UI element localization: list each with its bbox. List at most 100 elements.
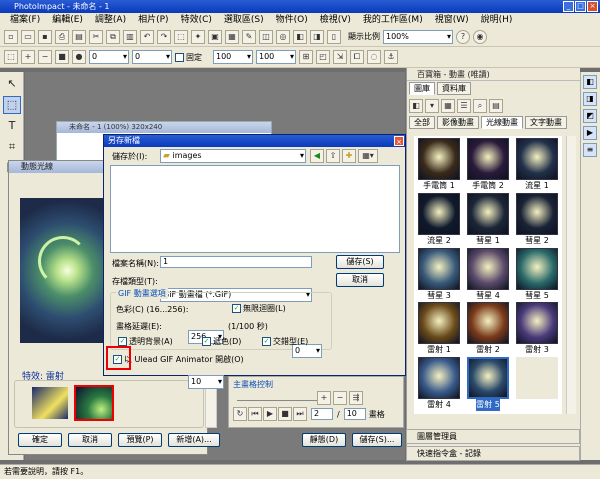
menu-view[interactable]: 檢視(V) [314,13,357,27]
menu-adjust[interactable]: 調整(A) [89,13,132,27]
fixed-checkbox[interactable]: 固定 [175,52,202,63]
cut-icon[interactable]: ✂ [89,29,103,44]
scan-icon[interactable]: ▤ [72,29,86,44]
play-icon[interactable]: ▶ [263,407,277,421]
zoom-combo[interactable]: 100% [383,29,453,44]
effect-thumb-1[interactable] [30,385,70,421]
selection-tool-icon[interactable]: ⬚ [3,96,21,114]
question-icon[interactable]: ? [456,29,470,44]
new-folder-icon[interactable]: ✚ [342,149,356,163]
back-icon[interactable]: ◀ [310,149,324,163]
value-c-combo[interactable]: 100 [213,50,253,64]
anchor-icon[interactable]: ⚓ [384,50,398,64]
loop-checkbox[interactable]: ✓ 無限迴圈(L) [232,303,286,314]
gallery-item[interactable]: 流星 2 [416,192,462,247]
first-frame-icon[interactable]: ⏮ [248,407,262,421]
static-button[interactable]: 靜態(D) [302,433,346,447]
dialog-close-icon[interactable]: × [394,136,404,146]
filename-input[interactable]: 1 [160,256,312,268]
tab-library[interactable]: 資料庫 [437,82,471,95]
gallery-item[interactable]: 彗星 1 [465,192,511,247]
lock-icon[interactable]: ▯ [327,29,341,44]
select-all-icon[interactable]: ⬚ [174,29,188,44]
current-frame-field[interactable]: 2 [311,408,333,420]
grid-view-icon[interactable]: ▦ [441,99,455,113]
compare-icon[interactable]: ◨ [310,29,324,44]
expand-icon[interactable]: ⇲ [333,50,347,64]
brush-icon[interactable]: ✎ [242,29,256,44]
dock-easypalette-icon[interactable]: ◧ [583,75,597,89]
gallery-item[interactable]: 手電筒 2 [465,138,511,192]
loop-checkbox-box[interactable]: ✓ [232,304,241,313]
transparent-checkbox-box[interactable]: ✓ [118,337,127,346]
delay-spin[interactable]: 10 [188,375,224,389]
grid-icon[interactable]: ▦ [225,29,239,44]
list-view-icon[interactable]: ☰ [457,99,471,113]
frame-options-icon[interactable]: ⇶ [349,391,363,405]
subtract-icon[interactable]: − [38,50,52,64]
gallery-item[interactable]: 彗星 3 [416,247,462,302]
mode-icon[interactable]: ◰ [316,50,330,64]
open-icon[interactable]: ▭ [21,29,35,44]
dock-layer-icon[interactable]: ◨ [583,92,597,106]
menu-window[interactable]: 視窗(W) [429,13,475,27]
shape-circle-icon[interactable]: ● [72,50,86,64]
gallery-item[interactable]: 雷射 1 [416,302,462,356]
ulead-checkbox[interactable]: ✓ 以 Ulead GIF Animator 開啟(O) [113,354,244,365]
gallery-item[interactable]: 彗星 2 [514,192,560,247]
globe-icon[interactable]: ◉ [473,29,487,44]
tab-all[interactable]: 全部 [409,116,435,129]
delete-frame-icon[interactable]: − [333,391,347,405]
gallery-item[interactable]: 手電筒 1 [416,138,462,192]
crop-tool-icon[interactable]: ⌗ [3,138,21,156]
menu-effects[interactable]: 特效(C) [175,13,218,27]
gallery-item[interactable]: 雷射 2 [465,302,511,356]
stop-icon[interactable]: ■ [278,407,292,421]
magic-icon[interactable]: ✦ [191,29,205,44]
menu-help[interactable]: 說明(H) [475,13,519,27]
gallery-item[interactable]: 流星 1 [514,138,560,192]
crop-icon[interactable]: ⧠ [350,50,364,64]
close-button[interactable]: × [587,1,598,12]
minimize-button[interactable]: _ [563,1,574,12]
gallery-item[interactable]: 雷射 4 [416,357,462,411]
selection-mode-icon[interactable]: ⬚ [4,50,18,64]
tab-light-anim[interactable]: 光線動畫 [481,116,523,129]
last-frame-icon[interactable]: ⏭ [293,407,307,421]
gallery-item[interactable]: 彗星 5 [514,247,560,302]
gallery-item[interactable] [514,357,560,411]
interlace-checkbox[interactable]: ✓ 交錯型(E) [262,336,308,347]
frame-slider[interactable] [237,391,317,401]
dither-checkbox-box[interactable]: ✓ [202,337,211,346]
menu-selection[interactable]: 選取區(S) [218,13,270,27]
fixed-checkbox-box[interactable] [175,52,184,62]
search-icon[interactable]: ⌕ [473,99,487,113]
menu-photo[interactable]: 相片(P) [132,13,174,27]
print-icon[interactable]: ⎙ [55,29,69,44]
dock-preview-icon[interactable]: ▶ [583,126,597,140]
dock-color-icon[interactable]: ◩ [583,109,597,123]
cube-icon[interactable]: ◫ [259,29,273,44]
insert-frame-icon[interactable]: + [317,391,331,405]
quick-command-bar[interactable]: 快速指令盒 - 記錄 [406,446,580,461]
save-icon[interactable]: ▪ [38,29,52,44]
effects-cancel-button[interactable]: 取消 [68,433,112,447]
dock-history-icon[interactable]: ≡ [583,143,597,157]
dropdown-icon[interactable]: ▾ [425,99,439,113]
value-a-combo[interactable]: 0 [89,50,129,64]
tab-image-anim[interactable]: 影像動畫 [437,116,479,129]
new-button[interactable]: 新增(A)... [168,433,220,447]
preview-button[interactable]: 預覽(P) [118,433,162,447]
tab-text-anim[interactable]: 文字動畫 [525,116,567,129]
palette-icon[interactable]: ◧ [409,99,423,113]
dialog-cancel-button[interactable]: 取消 [336,273,384,287]
dialog-save-button[interactable]: 儲存(S) [336,255,384,269]
menu-edit[interactable]: 編輯(E) [46,13,89,27]
file-list[interactable] [110,165,400,253]
ok-button[interactable]: 確定 [18,433,62,447]
up-folder-icon[interactable]: ⇧ [326,149,340,163]
value-b-combo[interactable]: 0 [132,50,172,64]
value-d-combo[interactable]: 100 [256,50,296,64]
gallery-item[interactable]: 雷射 3 [514,302,560,356]
properties-icon[interactable]: ▤ [489,99,503,113]
